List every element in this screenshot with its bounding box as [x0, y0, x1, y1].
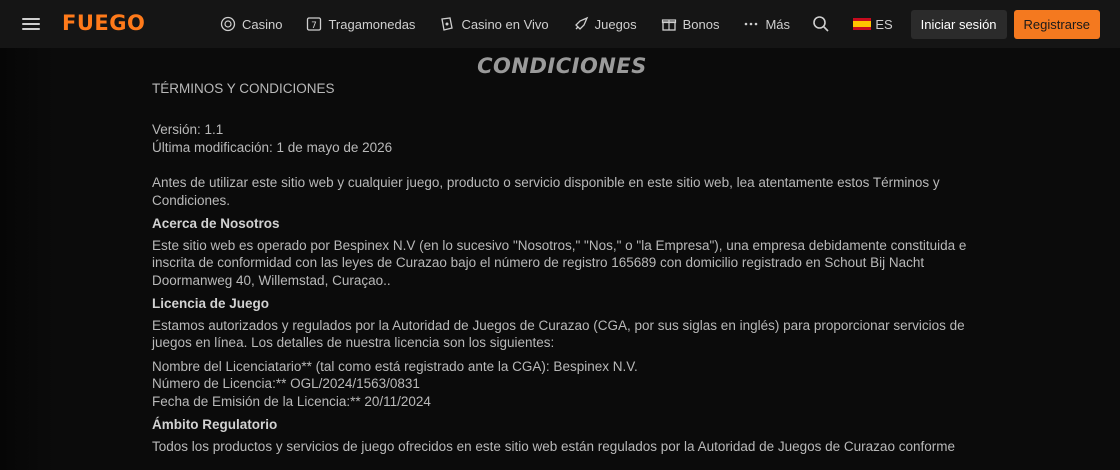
nav-label: Tragamonedas: [328, 16, 416, 32]
nav-label: Bonos: [682, 16, 720, 32]
license-number-text: Número de Licencia:** OGL/2024/1563/0831: [152, 376, 420, 391]
nav-label: Juegos: [594, 16, 637, 32]
language-selector[interactable]: ES: [853, 16, 893, 32]
rocket-icon: [574, 16, 588, 30]
header-actions: ES Iniciar sesión Registrarse: [811, 0, 1100, 48]
language-label: ES: [875, 16, 893, 32]
left-gutter: [0, 48, 55, 470]
gift-icon: [661, 19, 676, 31]
top-navbar: FUEGO Casino 7 Tragamonedas Casino en Vi…: [0, 0, 1120, 48]
license-text: Estamos autorizados y regulados por la A…: [152, 317, 965, 351]
menu-icon[interactable]: [22, 15, 40, 33]
login-button[interactable]: Iniciar sesión: [910, 9, 1007, 39]
nav-item-juegos[interactable]: Juegos: [573, 16, 637, 32]
more-dots-icon: [745, 22, 758, 26]
about-text: Este sitio web es operado por Bespinex N…: [152, 237, 967, 288]
licensee-text: Nombre del Licenciatario** (tal como est…: [152, 358, 638, 374]
search-icon[interactable]: [811, 14, 831, 34]
nav-item-casino-en-vivo[interactable]: Casino en Vivo: [439, 16, 549, 32]
nav-label: Casino en Vivo: [461, 16, 549, 32]
live-casino-icon: [441, 17, 454, 31]
main-nav: Casino 7 Tragamonedas Casino en Vivo Jue…: [220, 0, 814, 48]
scope-text: Todos los productos y servicios de juego…: [152, 438, 955, 454]
nav-item-mas[interactable]: Más: [743, 16, 790, 32]
nav-label: Más: [765, 16, 791, 32]
svg-text:7: 7: [312, 21, 318, 31]
nav-item-bonos[interactable]: Bonos: [661, 16, 720, 32]
nav-item-tragamonedas[interactable]: 7 Tragamonedas: [306, 16, 415, 32]
page-body: CONDICIONES TÉRMINOS Y CONDICIONES Versi…: [0, 48, 1120, 470]
issue-date-text: Fecha de Emisión de la Licencia:** 20/11…: [152, 393, 431, 409]
brand-logo[interactable]: FUEGO: [62, 11, 145, 35]
modified-text: Última modificación: 1 de mayo de 2026: [152, 139, 393, 155]
page-title: CONDICIONES: [477, 54, 647, 78]
terms-subtitle: TÉRMINOS Y CONDICIONES: [152, 80, 335, 96]
spain-flag-icon: [853, 18, 872, 30]
nav-label: Casino: [242, 16, 283, 32]
register-button[interactable]: Registrarse: [1013, 9, 1100, 39]
casino-chip-icon: [220, 16, 236, 32]
terms-content: CONDICIONES TÉRMINOS Y CONDICIONES Versi…: [152, 48, 972, 455]
section-heading-license: Licencia de Juego: [152, 296, 270, 311]
section-heading-scope: Ámbito Regulatorio: [152, 417, 278, 432]
intro-text: Antes de utilizar este sitio web y cualq…: [152, 175, 940, 208]
version-text: Versión: 1.1: [152, 122, 224, 137]
slot-machine-icon: 7: [307, 17, 322, 31]
nav-item-casino[interactable]: Casino: [220, 16, 282, 32]
section-heading-about: Acerca de Nosotros: [152, 216, 280, 231]
